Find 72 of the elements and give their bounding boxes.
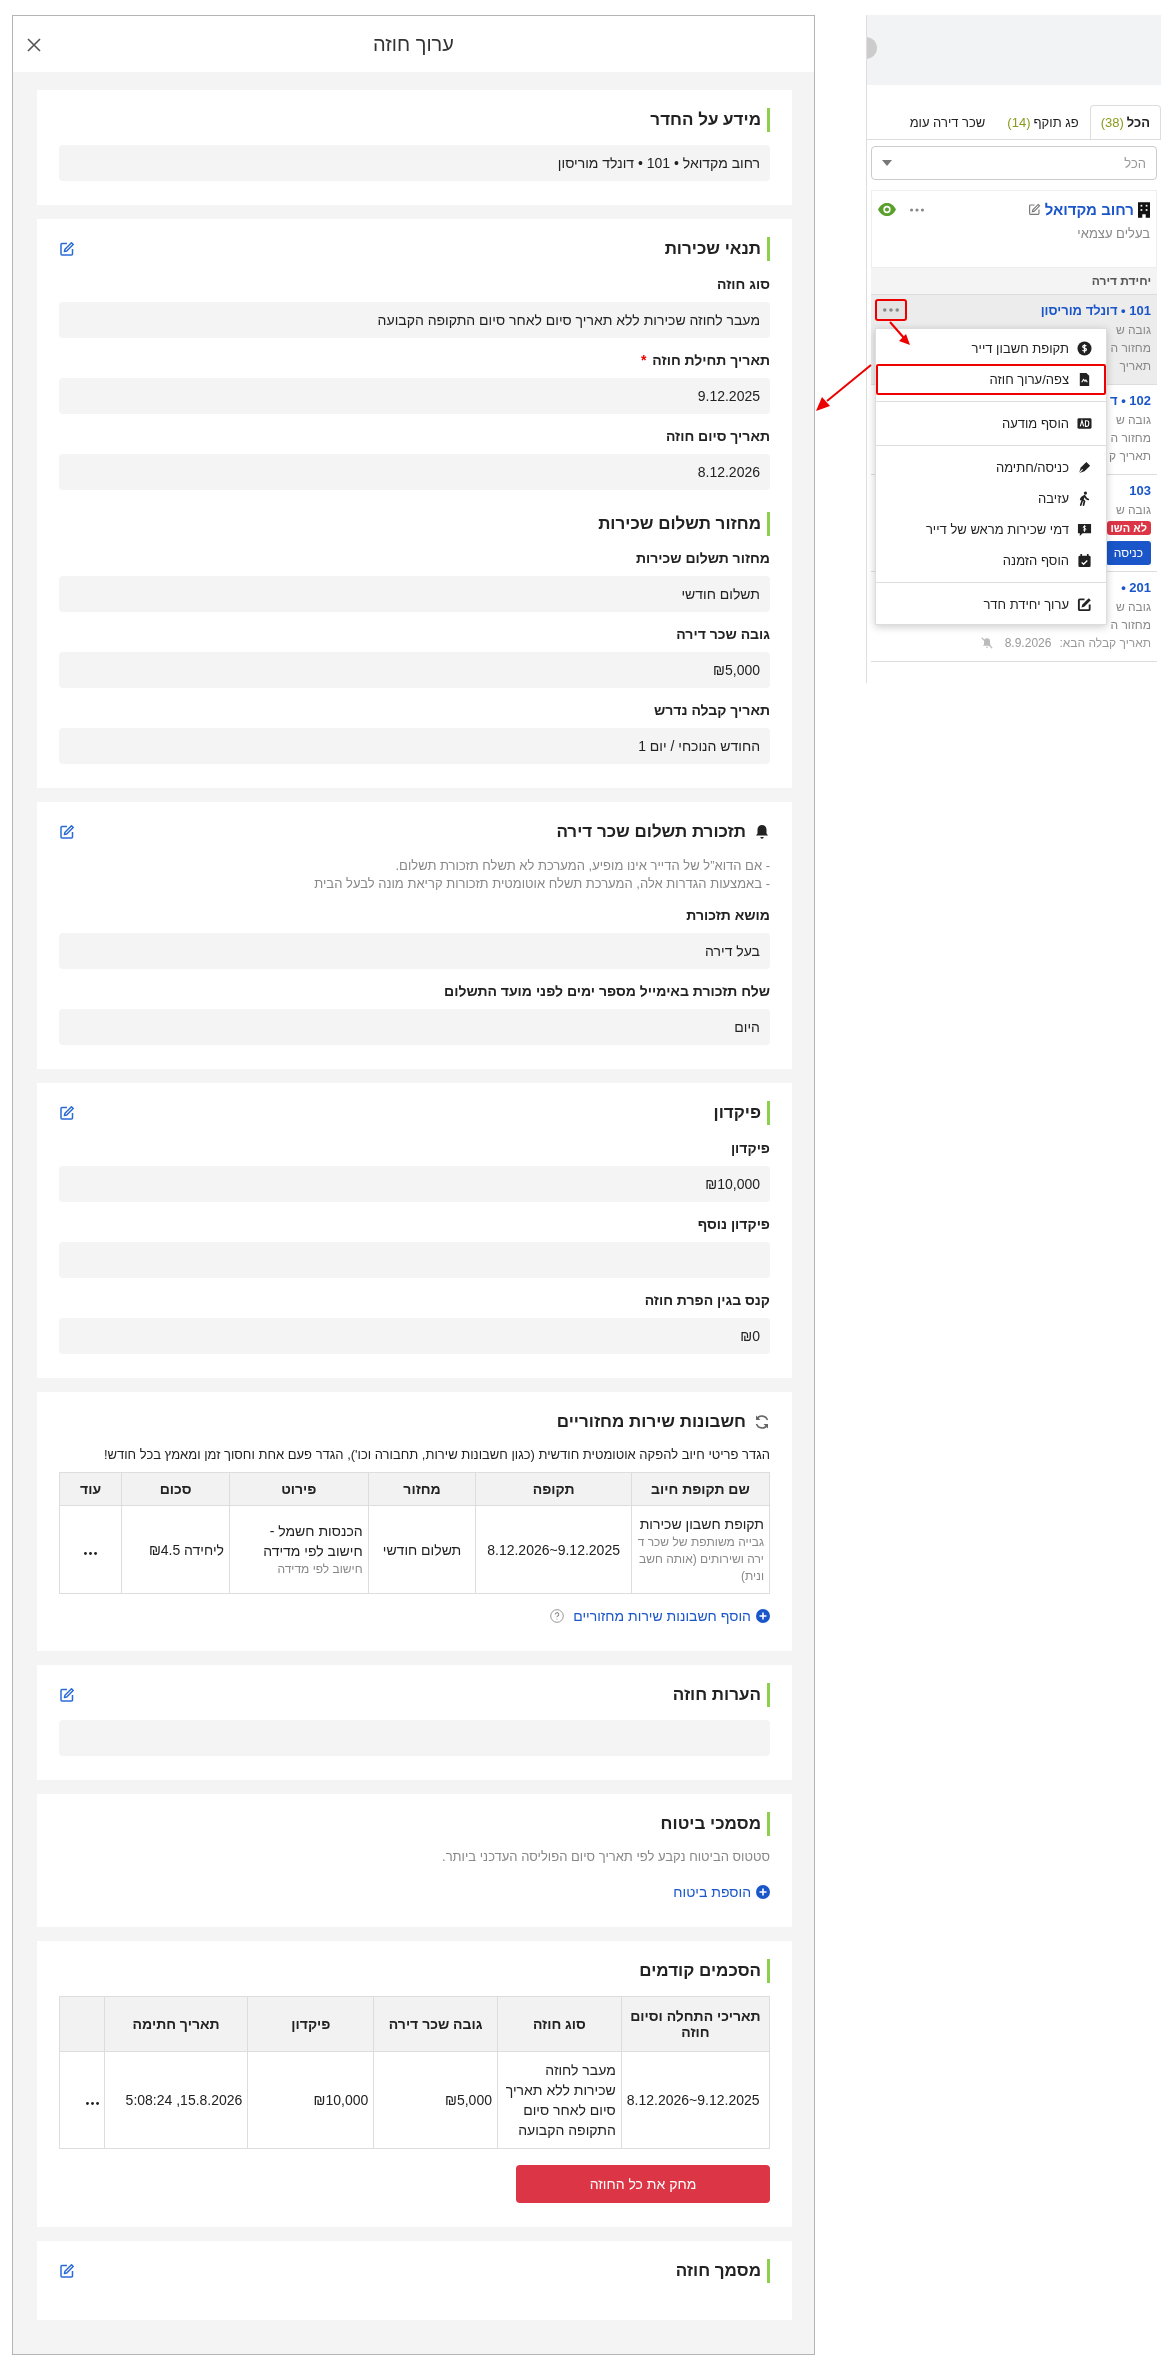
column-header: מחזור bbox=[368, 1472, 476, 1506]
hint-text: - אם הדוא”ל של הדייר אינו מופיע, המערכת לא תשלח תזכורת תשלום. bbox=[394, 857, 770, 875]
field-label: תאריך תחילת חוזה * bbox=[639, 352, 770, 368]
field-label: פיקדון נוסף bbox=[696, 1216, 770, 1232]
field-label: מושא תזכורת bbox=[685, 907, 770, 923]
unit-detail: גובה ש bbox=[1115, 322, 1151, 339]
section-title: תזכורת תשלום שכר דירה bbox=[556, 822, 746, 842]
description-text: סטטוס הביטוח נקבע לפי תאריך סיום הפוליסה העדכני ביותר. bbox=[441, 1849, 770, 1864]
field-value: ₪0 bbox=[59, 1318, 770, 1354]
table-cell: ₪5,000 bbox=[373, 2051, 498, 2149]
unit-detail: מחזור ה bbox=[1110, 617, 1151, 634]
next-date: 8.9.2026 bbox=[1004, 635, 1052, 652]
field-label: תאריך קבלה נדרש bbox=[653, 702, 770, 718]
column-header: פירוט bbox=[229, 1472, 369, 1506]
unit-detail: גובה ש bbox=[1115, 502, 1151, 519]
table-cell: ₪10,000 bbox=[247, 2051, 374, 2149]
table-cell: 8.12.2026~9.12.2025 bbox=[621, 2051, 770, 2149]
section-title: מסמך חוזה bbox=[675, 2259, 770, 2283]
section-title: תנאי שכירות bbox=[664, 237, 770, 261]
unit-detail: מחזור ה bbox=[1110, 430, 1151, 447]
section-title: חשבונות שירות מחזוריים bbox=[556, 1412, 746, 1432]
section-title: מידע על החדר bbox=[650, 108, 770, 132]
unit-detail: גובה ש bbox=[1115, 412, 1151, 429]
next-date-label: תאריך קבלה הבא: bbox=[1059, 635, 1151, 652]
section-title: מסמכי ביטוח bbox=[660, 1812, 770, 1836]
field-label: גובה שכר דירה bbox=[675, 626, 770, 642]
column-header: תאריך חתימה bbox=[104, 1996, 248, 2052]
field-label: פיקדון bbox=[729, 1140, 770, 1156]
field-value: בעל דירה bbox=[59, 933, 770, 969]
field-label: מחזור תשלום שכירות bbox=[634, 550, 770, 566]
table-cell: תקופת חשבון שכירות גבייה משותפת של שכר דירה ושירותים (אותה חשבונית) bbox=[631, 1505, 770, 1594]
status-badge: לא השו bbox=[1106, 521, 1151, 535]
section-title: הסכמים קודמים bbox=[639, 1959, 770, 1983]
description-text: הגדר פריטי חיוב להפקה אוטומטית חודשית (כגון חשבונות שירות, תחבורה וכו'), הגדר פעם אחת וחסוך זמן ומאמץ בכל חודש! bbox=[102, 1447, 770, 1462]
table-cell: 5:08:24 ,15.8.2026 bbox=[104, 2051, 248, 2149]
field-value: ₪10,000 bbox=[59, 1166, 770, 1202]
field-label: שלח תזכורת באימייל מספר ימים לפני מועד התשלום bbox=[443, 983, 770, 999]
table-cell: הכנסות חשמל - חישוב לפי מדידה חישוב לפי מדידה bbox=[229, 1505, 369, 1594]
field-value: 8.12.2026 bbox=[59, 454, 770, 490]
column-header: שם תקופת חיוב bbox=[631, 1472, 770, 1506]
unit-detail: גובה ש bbox=[1115, 599, 1151, 616]
subsection-title: מחזור תשלום שכירות bbox=[59, 512, 770, 536]
field-label: סוג חוזה bbox=[716, 276, 770, 292]
column-header: תקופה bbox=[475, 1472, 632, 1506]
field-value: החודש הנוכחי / יום 1 bbox=[59, 728, 770, 764]
unit-detail: תאריך bbox=[1119, 358, 1151, 375]
units-header: יחידת דירה bbox=[871, 268, 1157, 295]
field-value: תשלום חודשי bbox=[59, 576, 770, 612]
section-title: פיקדון bbox=[713, 1101, 770, 1125]
field-label: קנס בגין הפרת חוזה bbox=[643, 1292, 770, 1308]
table-cell: מעבר לחוזה שכירות ללא תאריך סיום לאחר סיום התקופה הקבועה bbox=[497, 2051, 622, 2149]
unit-detail: מחזור ה bbox=[1110, 340, 1151, 357]
column-header: סכום bbox=[121, 1472, 230, 1506]
owner-type: בעלים עצמאי bbox=[1076, 226, 1150, 241]
room-info-field: רחוב מקדואל • 101 • דונלד מוריסון bbox=[59, 145, 770, 181]
column-header: גובה שכר דירה bbox=[373, 1996, 498, 2052]
column-header: סוג חוזה bbox=[497, 1996, 622, 2052]
column-header: תאריכי התחלה וסיום חוזה bbox=[621, 1996, 770, 2052]
field-value: ₪5,000 bbox=[59, 652, 770, 688]
unit-detail: תאריך ק bbox=[1109, 448, 1151, 465]
section-title: הערות חוזה bbox=[672, 1683, 770, 1707]
field-value: מעבר לחוזה שכירות ללא תאריך סיום לאחר סיום התקופה הקבועה bbox=[59, 302, 770, 338]
field-label: תאריך סיום חוזה bbox=[664, 428, 770, 444]
field-value: 9.12.2025 bbox=[59, 378, 770, 414]
column-header: עוד bbox=[59, 1472, 122, 1506]
table-cell: תשלום חודשי bbox=[368, 1505, 476, 1594]
modal-title: ערוך חוזה bbox=[373, 32, 454, 56]
table-cell: ליחידה ₪4.5 bbox=[121, 1505, 230, 1594]
field-value: היום bbox=[59, 1009, 770, 1045]
table-cell: 8.12.2026~9.12.2025 bbox=[475, 1505, 632, 1594]
hint-text: - באמצעות הגדרות אלה, המערכת תשלח אוטומטית תזכורות קריאת מונה לבעל הבית bbox=[313, 875, 770, 893]
column-header: פיקדון bbox=[247, 1996, 374, 2052]
